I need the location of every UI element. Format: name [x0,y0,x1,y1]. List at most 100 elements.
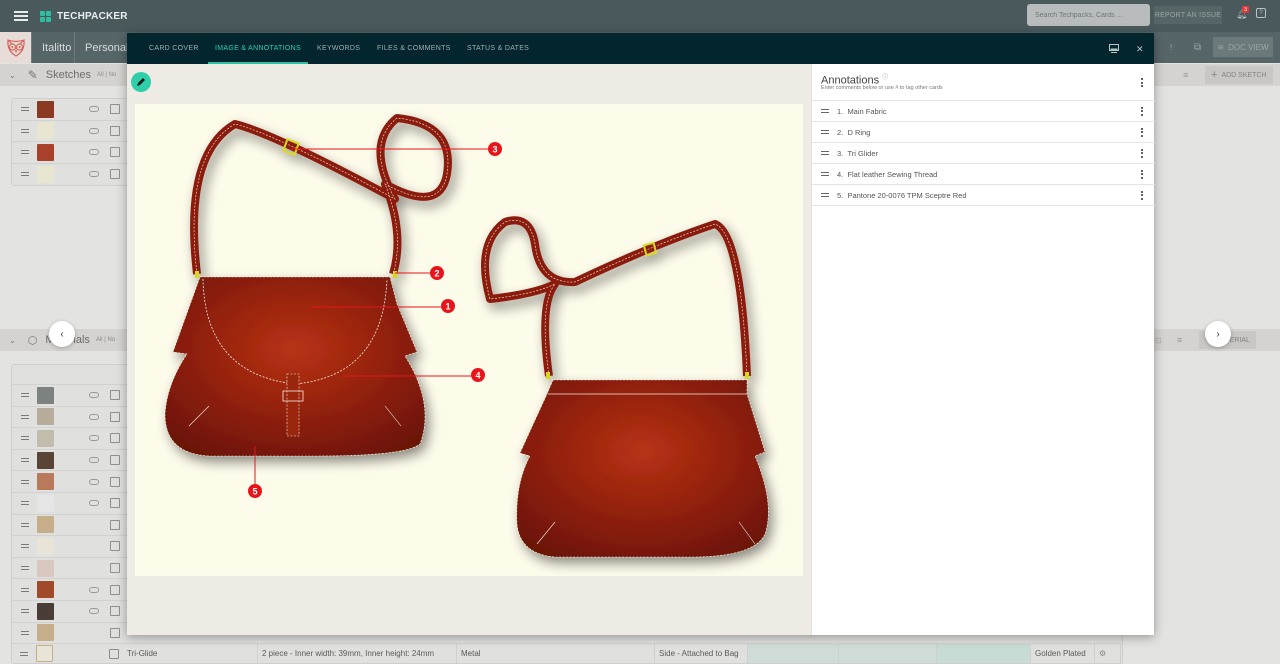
annotation-item[interactable]: 4. Flat leather Sewing Thread [812,164,1155,185]
row-checkbox[interactable] [110,563,120,574]
drag-handle-icon[interactable] [21,393,29,398]
help-icon[interactable]: ? [1256,8,1266,18]
material-thumbnail[interactable] [37,473,54,491]
brand-avatar[interactable] [0,32,31,63]
material-thumbnail[interactable] [37,624,54,642]
row-checkbox[interactable] [110,498,120,509]
annotation-item[interactable]: 5. Pantone 20-0076 TPM Sceptre Red [812,185,1155,206]
sketches-filter[interactable]: All | No [97,72,116,78]
material-thumbnail[interactable] [37,602,54,620]
row-checkbox[interactable] [110,541,120,552]
annotation-item[interactable]: 1. Main Fabric [812,101,1155,122]
annotation-item[interactable]: 3. Tri Glider [812,143,1155,164]
drag-handle-icon[interactable] [21,609,29,614]
drag-handle-icon[interactable] [21,544,29,549]
link-icon[interactable] [89,435,99,442]
collapse-chevron-icon[interactable]: ⌄ [9,336,16,345]
material-thumbnail[interactable] [37,516,54,534]
report-issue-button[interactable]: REPORT AN ISSUE [1154,6,1222,24]
drag-handle-icon[interactable] [821,130,829,134]
alert-icon[interactable]: ! [1170,37,1172,57]
more-options-icon[interactable] [1140,106,1143,116]
row-checkbox[interactable] [109,648,119,659]
annotated-image[interactable]: 1 2 3 4 5 [135,104,803,576]
sketch-thumbnail[interactable] [37,122,54,140]
row-checkbox[interactable] [110,584,120,595]
more-options-icon[interactable] [1140,78,1143,87]
menu-icon[interactable] [14,11,28,21]
sort-icon[interactable]: ≡ [1177,335,1182,345]
tab-keywords[interactable]: KEYWORDS [317,33,360,64]
tab-files-comments[interactable]: FILES & COMMENTS [377,33,451,64]
sketch-thumbnail[interactable] [37,100,54,118]
link-icon[interactable] [89,413,99,420]
sort-icon[interactable]: ≡ [1183,70,1188,80]
drag-handle-icon[interactable] [21,414,29,419]
material-thumbnail[interactable] [37,429,54,447]
material-thumbnail[interactable] [36,645,53,662]
drag-handle-icon[interactable] [20,651,28,656]
drag-handle-icon[interactable] [21,150,29,155]
row-checkbox[interactable] [110,104,120,115]
link-icon[interactable] [89,478,99,485]
material-thumbnail[interactable] [37,537,54,555]
logo[interactable]: TECHPACKER [40,10,128,22]
link-icon[interactable] [89,149,99,156]
row-checkbox[interactable] [110,169,120,180]
row-checkbox[interactable] [110,606,120,617]
drag-handle-icon[interactable] [21,128,29,133]
search-input[interactable] [1027,4,1150,26]
row-checkbox[interactable] [110,476,120,487]
gear-icon[interactable]: ⚙ [1095,644,1121,663]
drag-handle-icon[interactable] [821,193,829,197]
tab-image-annotations[interactable]: IMAGE & ANNOTATIONS [208,33,308,64]
row-checkbox[interactable] [110,147,120,158]
row-checkbox[interactable] [110,433,120,444]
drag-handle-icon[interactable] [21,458,29,463]
copy-icon[interactable]: ⧉ [1194,37,1201,57]
add-sketch-button[interactable]: + ADD SKETCH [1205,66,1273,84]
drag-handle-icon[interactable] [21,522,29,527]
next-card-button[interactable]: › [1205,321,1231,347]
collapse-chevron-icon[interactable]: ⌄ [9,71,16,80]
row-checkbox[interactable] [110,455,120,466]
more-options-icon[interactable] [1140,127,1143,137]
link-icon[interactable] [89,608,99,615]
drag-handle-icon[interactable] [21,587,29,592]
edit-button[interactable] [131,72,151,92]
drag-handle-icon[interactable] [21,566,29,571]
annotation-item[interactable]: 2. D Ring [812,122,1155,143]
dock-panel-icon[interactable] [1109,44,1119,55]
row-checkbox[interactable] [110,411,120,422]
info-icon[interactable]: ⓘ [882,75,888,81]
table-row[interactable]: Tri-Glide 2 piece - Inner width: 39mm, I… [11,644,1121,663]
material-thumbnail[interactable] [37,408,54,426]
link-icon[interactable] [89,127,99,134]
row-checkbox[interactable] [110,627,120,638]
drag-handle-icon[interactable] [821,172,829,176]
drag-handle-icon[interactable] [821,151,829,155]
link-icon[interactable] [89,171,99,178]
material-thumbnail[interactable] [37,386,54,404]
material-thumbnail[interactable] [37,559,54,577]
row-checkbox[interactable] [110,519,120,530]
more-options-icon[interactable] [1140,190,1143,200]
drag-handle-icon[interactable] [821,109,829,113]
previous-card-button[interactable]: ‹ [49,321,75,347]
drag-handle-icon[interactable] [21,501,29,506]
drag-handle-icon[interactable] [21,436,29,441]
tab-card-cover[interactable]: CARD COVER [149,33,199,64]
drag-handle-icon[interactable] [21,107,29,112]
link-icon[interactable] [89,106,99,113]
materials-filter[interactable]: All | No [96,337,115,343]
row-checkbox[interactable] [110,125,120,136]
drag-handle-icon[interactable] [21,479,29,484]
sketch-thumbnail[interactable] [37,143,54,161]
tab-status-dates[interactable]: STATUS & DATES [467,33,529,64]
material-thumbnail[interactable] [37,451,54,469]
drag-handle-icon[interactable] [21,630,29,635]
download-icon[interactable]: ⊡ [1155,336,1162,345]
close-icon[interactable]: ✕ [1136,44,1144,55]
row-checkbox[interactable] [110,390,120,401]
drag-handle-icon[interactable] [21,172,29,177]
